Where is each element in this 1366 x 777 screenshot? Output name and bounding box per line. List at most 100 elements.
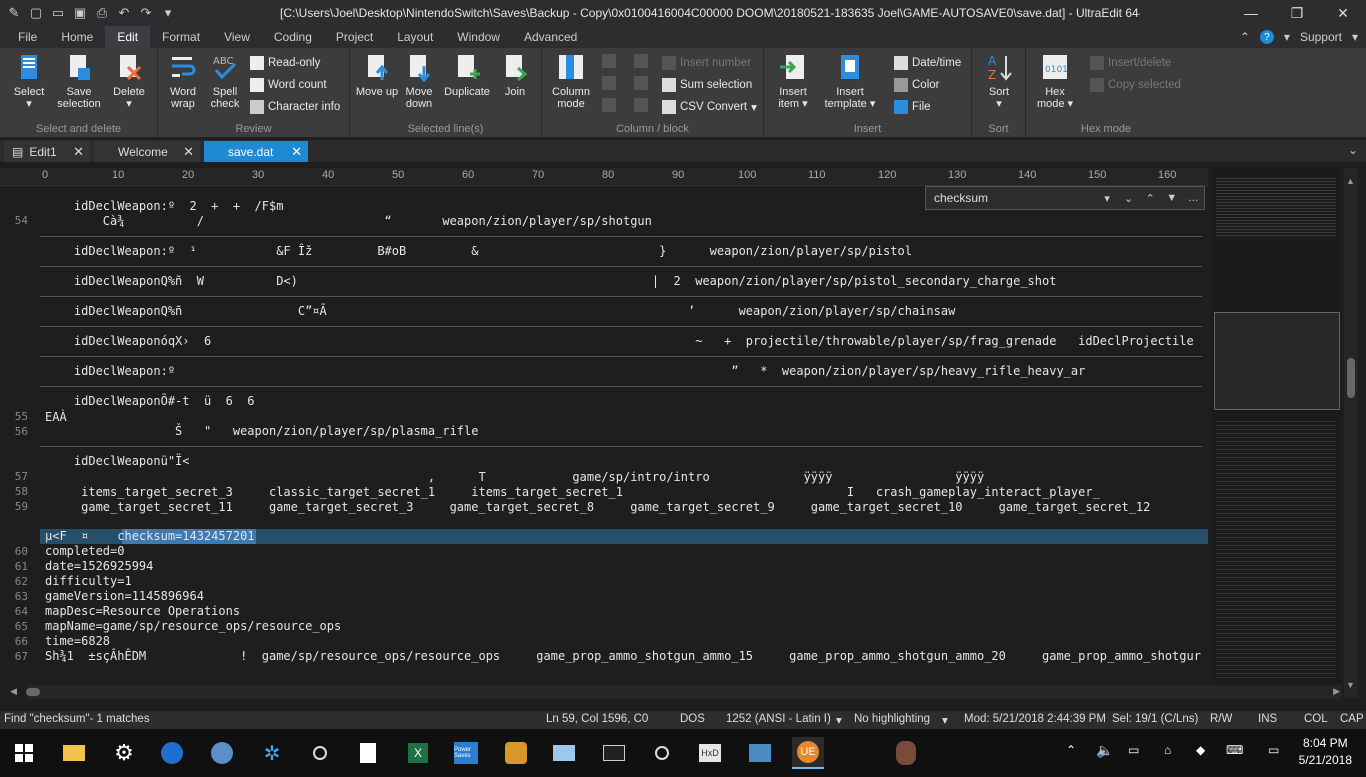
- move-down-button[interactable]: Move down: [396, 52, 442, 110]
- steam-icon[interactable]: [304, 737, 336, 769]
- photos-icon[interactable]: [744, 737, 776, 769]
- hex-mode-button[interactable]: 0101 Hex mode ▾: [1032, 52, 1078, 110]
- restore-button[interactable]: ❐: [1274, 0, 1320, 26]
- sum-selection-button[interactable]: Sum selection: [662, 76, 752, 94]
- open-folder-icon[interactable]: ▭: [50, 5, 66, 21]
- help-icon[interactable]: ?: [1259, 30, 1274, 44]
- tab-edit1[interactable]: ▤ Edit1 ✕: [4, 141, 90, 162]
- csv-convert-button[interactable]: CSV Convert ▾: [662, 98, 757, 116]
- line-ending-status[interactable]: DOS: [680, 713, 705, 725]
- display-icon[interactable]: ▭: [1268, 743, 1279, 757]
- notepad-icon[interactable]: [352, 737, 384, 769]
- minimap[interactable]: [1212, 168, 1342, 684]
- support-dropdown-icon[interactable]: ▾: [1352, 30, 1358, 44]
- volume-icon[interactable]: 🔈: [1096, 742, 1113, 759]
- column-delete-icon[interactable]: [602, 98, 616, 112]
- column-right-icon[interactable]: [634, 98, 648, 112]
- vertical-scrollbar[interactable]: ▲ ▼: [1344, 168, 1358, 698]
- close-button[interactable]: ✕: [1320, 0, 1366, 26]
- redo-icon[interactable]: ↷: [138, 5, 154, 21]
- emulator-icon[interactable]: [500, 737, 532, 769]
- insert-template-button[interactable]: Insert template ▾: [820, 52, 880, 110]
- find-history-dropdown-icon[interactable]: ▾: [1096, 188, 1118, 208]
- highlighting-dropdown-icon[interactable]: ▾: [942, 713, 948, 727]
- power-icon[interactable]: ▭: [1128, 743, 1139, 757]
- menu-edit[interactable]: Edit: [105, 26, 151, 48]
- close-tab-icon[interactable]: ✕: [73, 144, 84, 160]
- word-count-button[interactable]: Word count: [250, 76, 327, 94]
- support-link[interactable]: Support: [1300, 30, 1342, 44]
- show-hidden-icons-chevron-icon[interactable]: ⌃: [1066, 743, 1076, 757]
- save-icon[interactable]: ▣: [72, 5, 88, 21]
- find-next-icon[interactable]: ⌄: [1118, 188, 1140, 208]
- tab-list-chevron-icon[interactable]: ⌄: [1348, 143, 1358, 157]
- new-file-icon[interactable]: ▢: [28, 5, 44, 21]
- column-mode-button[interactable]: Column mode: [546, 52, 596, 110]
- join-button[interactable]: Join: [492, 52, 538, 98]
- avatar-app-icon[interactable]: [890, 737, 922, 769]
- close-tab-icon[interactable]: ✕: [183, 144, 194, 160]
- scroll-left-icon[interactable]: ◀: [10, 686, 17, 697]
- start-button[interactable]: [8, 737, 40, 769]
- minimap-viewport[interactable]: [1214, 312, 1340, 410]
- hxd-icon[interactable]: HxD: [694, 737, 726, 769]
- menu-window[interactable]: Window: [445, 26, 512, 48]
- hscroll-thumb[interactable]: [26, 688, 40, 696]
- col-status[interactable]: COL: [1304, 713, 1328, 725]
- encoding-status[interactable]: 1252 (ANSI - Latin I): [726, 713, 831, 725]
- minimize-button[interactable]: —: [1228, 0, 1274, 26]
- collapse-ribbon-icon[interactable]: ⌃: [1240, 30, 1250, 44]
- insert-item-button[interactable]: Insert item ▾: [768, 52, 818, 110]
- insert-delete-button[interactable]: Insert/delete: [1090, 54, 1171, 72]
- read-only-button[interactable]: Read-only: [250, 54, 320, 72]
- menu-format[interactable]: Format: [150, 26, 212, 48]
- scroll-right-icon[interactable]: ▶: [1333, 686, 1340, 697]
- scroll-up-icon[interactable]: ▲: [1346, 176, 1355, 186]
- keyboard-icon[interactable]: ⌨: [1226, 743, 1243, 757]
- text-editor[interactable]: 54 55 56 57 58 59 60 61 62 63 64 65 66 6…: [0, 186, 1208, 682]
- move-up-button[interactable]: Move up: [354, 52, 400, 98]
- spell-check-button[interactable]: ABC Spell check: [202, 52, 248, 110]
- network-app-icon[interactable]: ✲: [256, 737, 288, 769]
- file-explorer-icon[interactable]: [58, 737, 90, 769]
- steam-icon-2[interactable]: [646, 737, 678, 769]
- file-button[interactable]: File: [894, 98, 931, 116]
- column-insert-icon[interactable]: [602, 54, 616, 68]
- insert-number-button[interactable]: Insert number: [662, 54, 751, 72]
- more-options-icon[interactable]: …: [1182, 188, 1204, 208]
- find-previous-icon[interactable]: ⌃: [1139, 188, 1161, 208]
- select-button[interactable]: Select ▾: [6, 52, 52, 110]
- rw-status[interactable]: R/W: [1210, 713, 1232, 725]
- menu-view[interactable]: View: [212, 26, 262, 48]
- scroll-down-icon[interactable]: ▼: [1346, 680, 1355, 690]
- undo-icon[interactable]: ↶: [116, 5, 132, 21]
- print-icon[interactable]: ⎙: [94, 5, 110, 21]
- menu-coding[interactable]: Coding: [262, 26, 324, 48]
- clock[interactable]: 8:04 PM 5/21/2018: [1299, 735, 1352, 769]
- filter-icon[interactable]: ▼: [1161, 188, 1183, 208]
- menu-file[interactable]: File: [6, 26, 49, 48]
- close-tab-icon[interactable]: ✕: [291, 144, 302, 160]
- horizontal-scrollbar[interactable]: ◀ ▶: [10, 685, 1342, 699]
- highlighting-dropdown-icon[interactable]: ▾: [836, 713, 842, 727]
- copy-selected-button[interactable]: Copy selected: [1090, 76, 1181, 94]
- power-saves-icon[interactable]: Power Saves: [450, 737, 482, 769]
- scroll-thumb[interactable]: [1347, 358, 1355, 398]
- column-center-icon[interactable]: [634, 76, 648, 90]
- menu-project[interactable]: Project: [324, 26, 385, 48]
- column-left-icon[interactable]: [634, 54, 648, 68]
- menu-home[interactable]: Home: [49, 26, 105, 48]
- customize-qa-icon[interactable]: ▾: [160, 5, 176, 21]
- tab-save-dat[interactable]: save.dat ✕: [204, 141, 308, 162]
- menu-advanced[interactable]: Advanced: [512, 26, 589, 48]
- thunderbird-icon[interactable]: [206, 737, 238, 769]
- find-input[interactable]: checksum: [930, 188, 1096, 208]
- tab-welcome[interactable]: Welcome ✕: [94, 141, 200, 162]
- remote-desktop-icon[interactable]: [548, 737, 580, 769]
- column-cut-icon[interactable]: [602, 76, 616, 90]
- duplicate-button[interactable]: Duplicate: [442, 52, 492, 98]
- menu-layout[interactable]: Layout: [385, 26, 445, 48]
- save-selection-button[interactable]: Save selection: [56, 52, 102, 110]
- ultraedit-icon[interactable]: UE: [792, 737, 824, 769]
- ins-status[interactable]: INS: [1258, 713, 1277, 725]
